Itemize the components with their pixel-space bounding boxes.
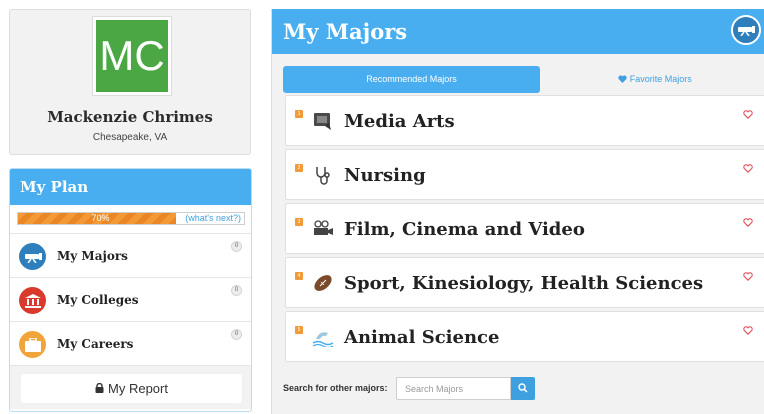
tab-favorite-majors[interactable]: Favorite Majors [541,66,764,93]
majors-title: My Majors [283,19,408,44]
stethoscope-icon [311,163,335,187]
progress-row: 70% (what's next?) [10,205,251,233]
plan-item-label: My Careers [57,337,134,351]
media-icon [311,109,335,133]
plan-title: My Plan [10,169,251,205]
avatar: MC [92,16,172,96]
heart-icon [618,74,630,84]
search-row: Search for other majors: [272,372,764,408]
major-item-nursing[interactable]: 2 Nursing [285,149,764,200]
major-name: Sport, Kinesiology, Health Sciences [344,273,704,294]
count-badge: 0 [231,241,242,252]
profile-location: Chesapeake, VA [92,132,168,143]
major-item-animal-science[interactable]: 5 Animal Science [285,311,764,362]
plan-item-colleges[interactable]: My Colleges 0 [10,277,251,321]
count-badge: 0 [231,329,242,340]
favorite-heart-icon[interactable] [743,160,753,173]
briefcase-icon [19,331,46,358]
major-name: Nursing [344,165,426,186]
profile-name: Mackenzie Chrimes [47,108,213,126]
favorite-heart-icon[interactable] [743,214,753,227]
profile-card: MC Mackenzie Chrimes Chesapeake, VA [9,9,251,155]
plan-item-careers[interactable]: My Careers 0 [10,321,251,365]
film-camera-icon [311,217,335,241]
rank-badge: 5 [295,326,303,334]
search-icon [518,380,528,398]
rank-badge: 3 [295,218,303,226]
progress-bar: 70% (what's next?) [17,212,245,225]
majors-header: My Majors [272,9,764,54]
majors-panel: My Majors Recommended Majors Favorite Ma… [271,9,764,414]
football-icon [311,271,335,295]
favorite-heart-icon[interactable] [743,106,753,119]
dolphin-icon [311,325,335,349]
tab-recommended-majors[interactable]: Recommended Majors [283,66,540,93]
search-label: Search for other majors: [283,383,388,393]
major-item-media-arts[interactable]: 1 Media Arts [285,95,764,146]
favorite-heart-icon[interactable] [743,268,753,281]
major-item-film-cinema-video[interactable]: 3 Film, Cinema and Video [285,203,764,254]
favorite-heart-icon[interactable] [743,322,753,335]
major-name: Animal Science [344,327,500,348]
major-item-sport-kinesiology[interactable]: 4 Sport, Kinesiology, Health Sciences [285,257,764,308]
my-report-button[interactable]: My Report [21,374,242,403]
report-row: My Report [10,365,251,409]
count-badge: 0 [231,285,242,296]
search-majors-input[interactable] [396,377,511,400]
plan-item-majors[interactable]: My Majors 0 [10,233,251,277]
telescope-icon [19,243,46,270]
lock-icon [95,381,104,396]
major-name: Film, Cinema and Video [344,219,585,240]
rank-badge: 4 [295,272,303,280]
my-report-label: My Report [108,381,168,396]
building-icon [19,287,46,314]
plan-item-label: My Majors [57,249,128,263]
plan-panel: My Plan 70% (what's next?) My Majors 0 M… [9,168,252,412]
tab-favorite-label: Favorite Majors [629,74,692,84]
search-button[interactable] [511,377,535,400]
major-name: Media Arts [344,111,455,132]
telescope-icon [731,15,761,45]
majors-tabs: Recommended Majors Favorite Majors [283,66,764,93]
whats-next-link[interactable]: (what's next?) [185,213,241,224]
progress-label: 70% [91,213,110,223]
major-list: 1 Media Arts 2 Nursing 3 Film, Cinema an… [285,95,764,365]
rank-badge: 1 [295,110,303,118]
plan-item-label: My Colleges [57,293,139,307]
rank-badge: 2 [295,164,303,172]
